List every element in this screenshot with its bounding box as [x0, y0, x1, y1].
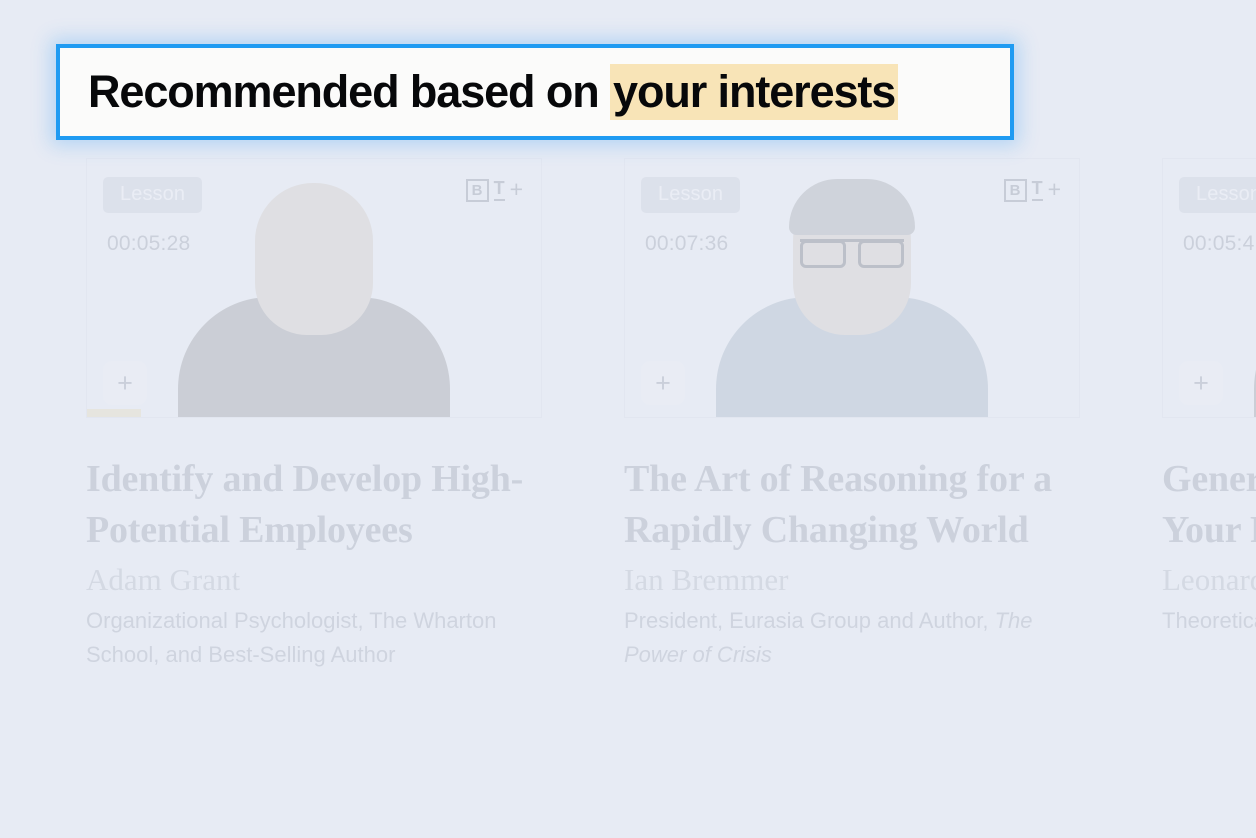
portrait-hair: [789, 179, 915, 235]
speaker-portrait: [164, 165, 464, 417]
lesson-duration: 00:07:36: [645, 232, 729, 255]
lesson-card[interactable]: Lesson 00:05:28 B T + + Identify and Dev…: [86, 158, 542, 672]
lesson-description: Organizational Psychologist, The Wharton…: [86, 604, 542, 672]
description-text: President, Eurasia Group and Author,: [624, 608, 995, 633]
progress-track: [87, 409, 541, 417]
lesson-duration: 00:05:4: [1183, 232, 1255, 255]
lesson-type-badge: Lesson: [1179, 177, 1256, 213]
logo-t-glyph: T: [1031, 179, 1043, 201]
lesson-card[interactable]: Lesson 00:05:4 B T + + Generate Ideas Wi…: [1162, 158, 1256, 672]
lesson-type-badge: Lesson: [641, 177, 741, 213]
lesson-title[interactable]: Identify and Develop High-Potential Empl…: [86, 454, 542, 556]
lesson-type-badge: Lesson: [103, 177, 203, 213]
add-to-list-button[interactable]: +: [103, 361, 147, 405]
section-heading-focus-box[interactable]: Recommended based on your interests: [56, 44, 1014, 140]
logo-plus-glyph: +: [1047, 176, 1061, 202]
heading-prefix: Recommended based on: [88, 66, 611, 117]
lesson-author: Adam Grant: [86, 562, 241, 597]
big-think-plus-logo-icon: B T +: [1003, 176, 1061, 202]
heading-highlight: your interests: [610, 64, 899, 120]
progress-fill: [87, 409, 142, 417]
lesson-thumbnail[interactable]: Lesson 00:05:4 B T + +: [1162, 158, 1256, 418]
lesson-title[interactable]: The Art of Reasoning for a Rapidly Chang…: [624, 454, 1080, 556]
lesson-description: Theoretical: [1162, 604, 1256, 638]
logo-t-glyph: T: [493, 179, 505, 201]
description-text: Organizational Psychologist, The Wharton…: [86, 608, 497, 667]
portrait-hair: [251, 179, 377, 235]
logo-plus-glyph: +: [509, 176, 523, 202]
logo-b-glyph: B: [465, 179, 489, 202]
big-think-plus-logo-icon: B T +: [465, 176, 523, 202]
logo-b-glyph: B: [1003, 179, 1027, 202]
lesson-title[interactable]: Generate Ideas Without Your Filter: [1162, 454, 1256, 556]
add-to-list-button[interactable]: +: [641, 361, 685, 405]
lesson-description: President, Eurasia Group and Author, The…: [624, 604, 1080, 672]
lesson-card-body: Identify and Develop High-Potential Empl…: [86, 418, 542, 672]
portrait-glasses: [800, 239, 904, 268]
lesson-thumbnail[interactable]: Lesson 00:05:28 B T + +: [86, 158, 542, 418]
lesson-thumbnail[interactable]: Lesson 00:07:36 B T + +: [624, 158, 1080, 418]
page-title: Recommended based on your interests: [60, 64, 899, 120]
lesson-duration: 00:05:28: [107, 232, 191, 255]
recommended-card-row: Lesson 00:05:28 B T + + Identify and Dev…: [86, 158, 1256, 672]
lesson-card-body: The Art of Reasoning for a Rapidly Chang…: [624, 418, 1080, 672]
lesson-author: Leonard: [1162, 562, 1256, 597]
speaker-portrait: [702, 165, 1002, 417]
add-to-list-button[interactable]: +: [1179, 361, 1223, 405]
lesson-author: Ian Bremmer: [624, 562, 789, 597]
lesson-card[interactable]: Lesson 00:07:36 B T + + The Art of Reaso…: [624, 158, 1080, 672]
lesson-card-body: Generate Ideas Without Your Filter Leona…: [1162, 418, 1256, 638]
description-text: Theoretical: [1162, 608, 1256, 633]
